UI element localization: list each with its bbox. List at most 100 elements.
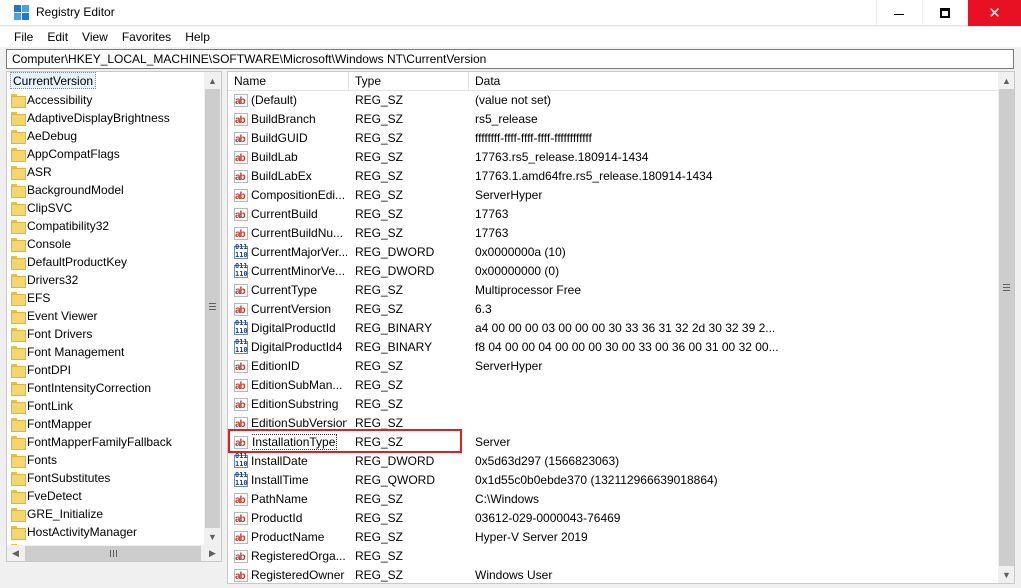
scroll-up-arrow-icon[interactable]: ▲ — [204, 72, 221, 89]
address-bar[interactable]: Computer\HKEY_LOCAL_MACHINE\SOFTWARE\Mic… — [6, 49, 1014, 69]
menu-file[interactable]: File — [7, 27, 40, 47]
value-type: REG_SZ — [355, 511, 404, 525]
value-row[interactable]: ab EditionSubMan... REG_SZ — [228, 376, 998, 395]
value-row[interactable]: ab EditionID REG_SZ ServerHyper — [228, 357, 998, 376]
value-row[interactable]: ab RegisteredOrga... REG_SZ — [228, 547, 998, 566]
tree-item-label: FontSubstitutes — [27, 471, 111, 485]
tree-item[interactable]: FveDetect — [7, 487, 207, 505]
value-row[interactable]: ab (Default) REG_SZ (value not set) — [228, 91, 998, 110]
value-type: REG_SZ — [355, 359, 404, 373]
tree-item[interactable]: ASR — [7, 163, 207, 181]
value-row[interactable]: ab InstallationType REG_SZ Server — [228, 433, 998, 452]
value-row[interactable]: ab BuildLab REG_SZ 17763.rs5_release.180914… — [228, 148, 998, 167]
value-row[interactable]: ab PathName REG_SZ C:\Windows — [228, 490, 998, 509]
column-header-type[interactable]: Type — [349, 72, 469, 91]
value-row[interactable]: 011 110 InstallTime REG_QWORD 0x1d55c0b0ebde… — [228, 471, 998, 490]
value-row[interactable]: ab CurrentBuildNu... REG_SZ 17763 — [228, 224, 998, 243]
menu-help[interactable]: Help — [178, 27, 217, 47]
value-name: RegisteredOwner — [251, 568, 345, 582]
value-row[interactable]: 011 110 CurrentMajorVer... REG_DWORD 0x00000… — [228, 243, 998, 262]
value-row[interactable]: 011 110 DigitalProductId REG_BINARY a4 00 00… — [228, 319, 998, 338]
tree-item[interactable]: GRE_Initialize — [7, 505, 207, 523]
tree-item[interactable]: Console — [7, 235, 207, 253]
tree-item[interactable]: BackgroundModel — [7, 181, 207, 199]
tree-item[interactable]: Font Drivers — [7, 325, 207, 343]
menu-edit[interactable]: Edit — [40, 27, 75, 47]
folder-icon — [11, 130, 26, 144]
value-row[interactable]: ab ProductId REG_SZ 03612-029-0000043-76469 — [228, 509, 998, 528]
value-row[interactable]: ab CurrentVersion REG_SZ 6.3 — [228, 300, 998, 319]
value-name: CurrentVersion — [251, 302, 332, 316]
scroll-down-arrow-icon[interactable]: ▼ — [998, 566, 1014, 583]
tree-item-label: ASR — [27, 165, 52, 179]
value-row[interactable]: ab EditionSubstring REG_SZ — [228, 395, 998, 414]
value-row[interactable]: ab RegisteredOwner REG_SZ Windows User — [228, 566, 998, 583]
value-data: Hyper-V Server 2019 — [475, 530, 588, 544]
value-row[interactable]: ab CurrentType REG_SZ Multiprocessor Free — [228, 281, 998, 300]
tree-item[interactable]: Event Viewer — [7, 307, 207, 325]
tree-item[interactable]: FontIntensityCorrection — [7, 379, 207, 397]
value-name: CurrentMajorVer... — [251, 245, 347, 259]
folder-icon — [11, 184, 26, 198]
value-name: EditionSubstring — [251, 397, 339, 411]
tree-item[interactable]: DefaultProductKey — [7, 253, 207, 271]
menu-favorites[interactable]: Favorites — [115, 27, 178, 47]
tree-hscroll-thumb[interactable] — [25, 546, 201, 561]
scroll-up-arrow-icon[interactable]: ▲ — [998, 72, 1014, 89]
value-row[interactable]: 011 110 InstallDate REG_DWORD 0x5d63d297 (15… — [228, 452, 998, 471]
values-vertical-scrollbar[interactable]: ▲ ▼ — [998, 72, 1014, 583]
values-panel[interactable]: Name Type Data ab (Default) REG_SZ (value n… — [227, 71, 1015, 584]
value-row[interactable]: ab ProductName REG_SZ Hyper-V Server 2019 — [228, 528, 998, 547]
column-header-name[interactable]: Name — [228, 72, 349, 91]
key-tree-panel[interactable]: CurrentVersion Accessibility AdaptiveDisp… — [6, 71, 222, 562]
value-row[interactable]: ab BuildGUID REG_SZ ffffffff-ffff-ffff-ffff… — [228, 129, 998, 148]
value-data: a4 00 00 00 03 00 00 00 30 33 36 31 32 2… — [475, 321, 776, 335]
tree-item-label: Fonts — [27, 453, 58, 467]
value-row[interactable]: 011 110 DigitalProductId4 REG_BINARY f8 04 0… — [228, 338, 998, 357]
binary-value-icon: 011 110 — [234, 319, 248, 335]
menu-view[interactable]: View — [75, 27, 115, 47]
value-data: f8 04 00 00 04 00 00 00 30 00 33 00 36 0… — [475, 340, 779, 354]
close-button[interactable]: ✕ — [968, 0, 1021, 26]
tree-item[interactable]: FontMapper — [7, 415, 207, 433]
tree-item[interactable]: FontDPI — [7, 361, 207, 379]
value-row[interactable]: ab BuildBranch REG_SZ rs5_release — [228, 110, 998, 129]
tree-item[interactable]: AppCompatFlags — [7, 145, 207, 163]
tree-item[interactable]: Compatibility32 — [7, 217, 207, 235]
value-row[interactable]: 011 110 CurrentMinorVe... REG_DWORD 0x000000… — [228, 262, 998, 281]
tree-item[interactable]: HostActivityManager — [7, 523, 207, 541]
title-bar[interactable]: Registry Editor ✕ — [0, 0, 1021, 26]
tree-item[interactable]: Accessibility — [7, 91, 207, 109]
string-value-icon: ab — [234, 132, 248, 145]
value-row[interactable]: ab CompositionEdi... REG_SZ ServerHyper — [228, 186, 998, 205]
column-header-data[interactable]: Data — [469, 72, 998, 91]
tree-item[interactable]: Drivers32 — [7, 271, 207, 289]
value-name: EditionSubVersion — [251, 416, 347, 430]
tree-item[interactable]: EFS — [7, 289, 207, 307]
tree-selected-key[interactable]: CurrentVersion — [10, 72, 97, 89]
tree-vertical-scrollbar[interactable]: ▲ ▼ — [204, 72, 221, 545]
tree-item[interactable]: Fonts — [7, 451, 207, 469]
value-row[interactable]: ab EditionSubVersion REG_SZ — [228, 414, 998, 433]
tree-item[interactable]: ClipSVC — [7, 199, 207, 217]
scroll-down-arrow-icon[interactable]: ▼ — [204, 528, 221, 545]
maximize-button[interactable] — [922, 0, 968, 26]
tree-item[interactable]: FontLink — [7, 397, 207, 415]
value-row[interactable]: ab BuildLabEx REG_SZ 17763.1.amd64fre.rs5_r… — [228, 167, 998, 186]
values-scroll-thumb[interactable] — [999, 89, 1014, 566]
scroll-right-arrow-icon[interactable]: ▶ — [204, 545, 221, 561]
tree-item[interactable]: Font Management — [7, 343, 207, 361]
tree-item[interactable]: AdaptiveDisplayBrightness — [7, 109, 207, 127]
folder-icon — [11, 220, 26, 234]
scroll-left-arrow-icon[interactable]: ◀ — [7, 545, 24, 561]
tree-scroll-thumb[interactable] — [205, 89, 220, 528]
value-data: ServerHyper — [475, 188, 543, 202]
tree-item[interactable]: AeDebug — [7, 127, 207, 145]
minimize-button[interactable] — [876, 0, 922, 26]
tree-horizontal-scrollbar[interactable]: ◀ ▶ — [7, 545, 221, 561]
tree-item-label: AeDebug — [27, 129, 78, 143]
tree-item[interactable]: FontMapperFamilyFallback — [7, 433, 207, 451]
string-value-icon: ab — [234, 398, 248, 411]
value-row[interactable]: ab CurrentBuild REG_SZ 17763 — [228, 205, 998, 224]
tree-item[interactable]: FontSubstitutes — [7, 469, 207, 487]
